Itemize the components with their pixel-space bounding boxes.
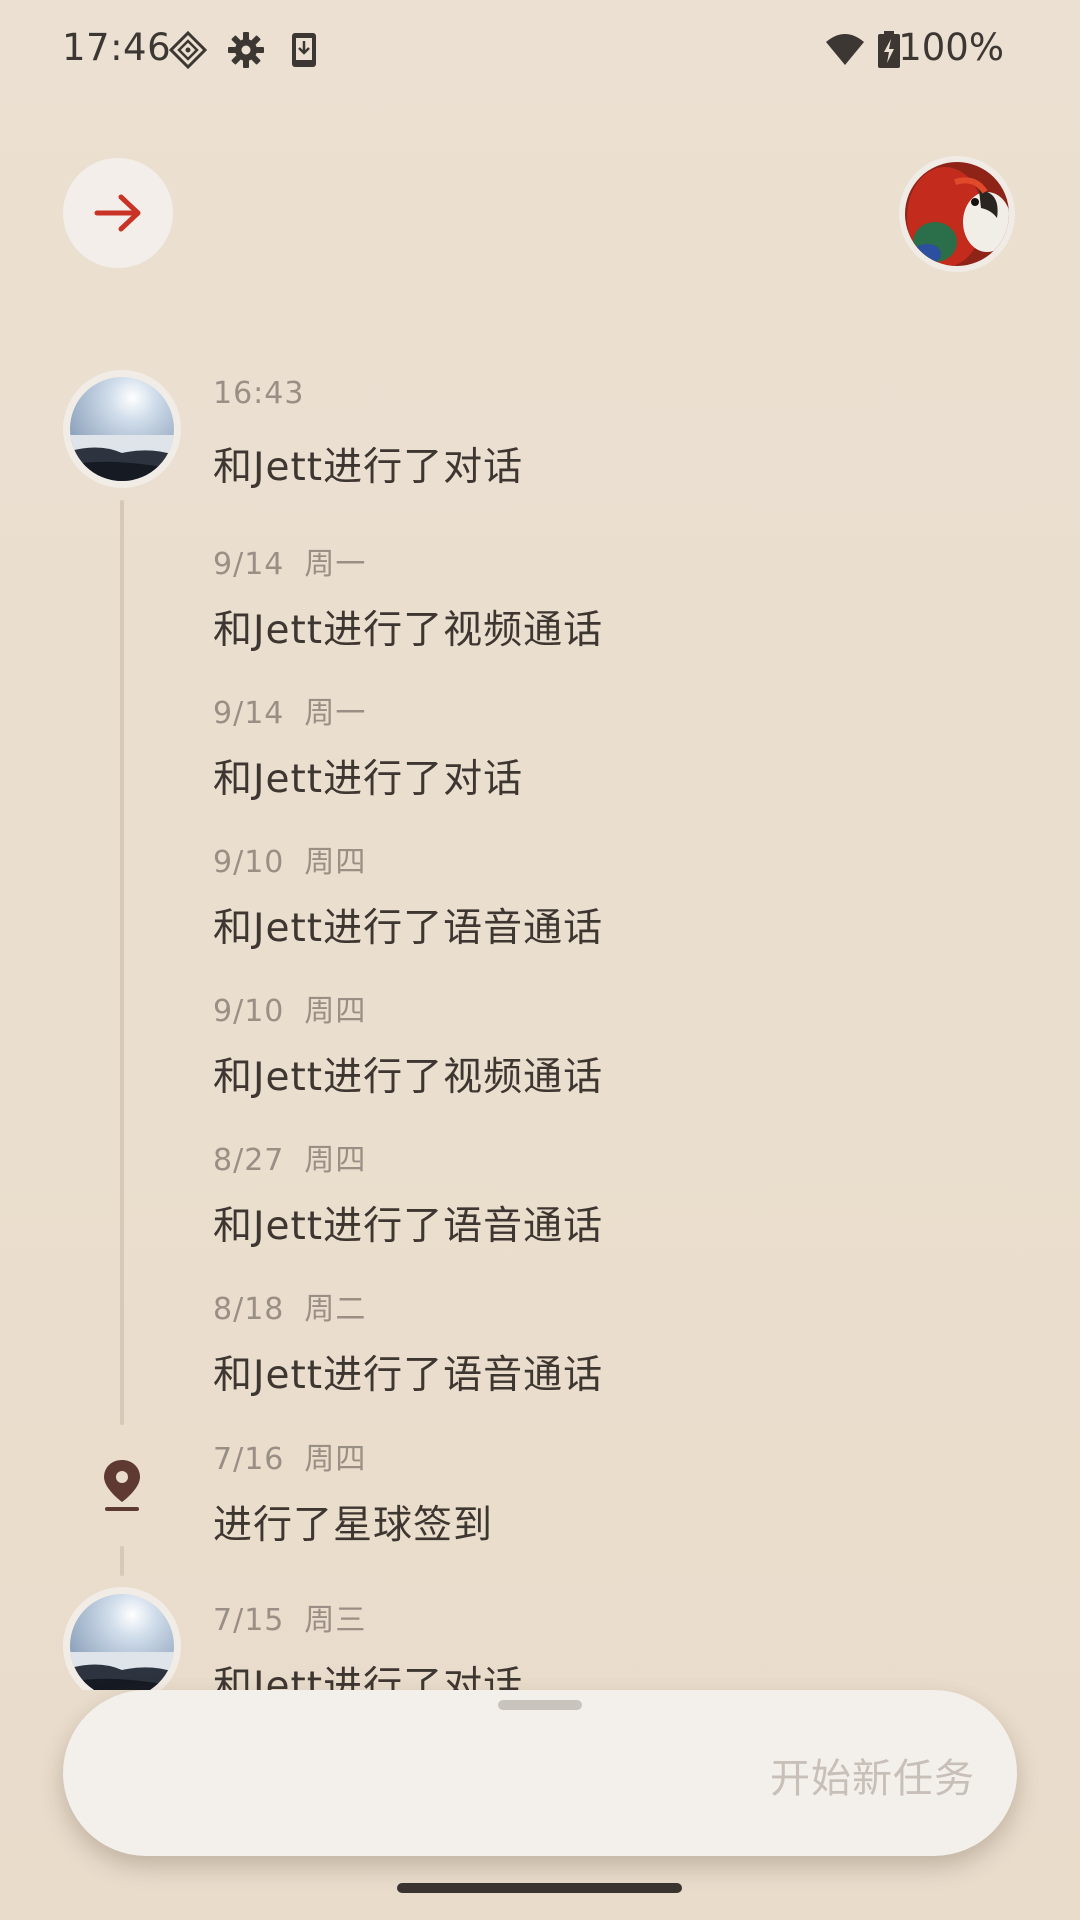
entry-day-text: 周四 [304,1143,367,1178]
entry-title[interactable]: 和Jett进行了语音通话 [213,897,603,953]
entry-date: 7/16 周四 [213,1434,366,1478]
landscape-avatar-image [70,377,174,481]
location-pin-icon [104,1460,140,1511]
entry-title[interactable]: 和Jett进行了语音通话 [213,1344,603,1400]
entry-title[interactable]: 和Jett进行了对话 [213,436,523,492]
entry-date-text: 9/10 [213,845,285,880]
entry-title[interactable]: 和Jett进行了视频通话 [213,599,603,655]
entry-date-text: 7/16 [213,1442,285,1477]
entry-day-text: 周二 [304,1292,367,1327]
timeline-connector [120,1546,124,1576]
entry-day-text: 周三 [304,1603,367,1638]
entry-date: 8/18 周二 [213,1284,366,1328]
entry-title[interactable]: 进行了星球签到 [213,1494,493,1550]
entry-date-text: 9/14 [213,696,285,731]
new-task-sheet[interactable]: 开始新任务 [63,1690,1017,1856]
entry-date: 7/15 周三 [213,1595,366,1639]
entry-title[interactable]: 和Jett进行了对话 [213,748,523,804]
entry-day-text: 周一 [304,696,367,731]
entry-date: 9/10 周四 [213,837,366,881]
entry-date: 8/27 周四 [213,1135,366,1179]
entry-title[interactable]: 和Jett进行了对话 [213,1655,523,1690]
entry-day-text: 周一 [304,547,367,582]
entry-date-text: 8/18 [213,1292,285,1327]
timeline-connector [120,500,124,1425]
entry-date-text: 8/27 [213,1143,285,1178]
gesture-nav-handle[interactable] [397,1883,682,1893]
entry-date: 16:43 [213,376,324,411]
contact-avatar[interactable] [63,1587,181,1690]
entry-title[interactable]: 和Jett进行了视频通话 [213,1046,603,1102]
entry-date: 9/10 周四 [213,986,366,1030]
contact-avatar[interactable] [63,370,181,488]
entry-date-text: 16:43 [213,376,305,411]
entry-date: 9/14 周一 [213,688,366,732]
entry-date-text: 9/10 [213,994,285,1029]
entry-day-text: 周四 [304,994,367,1029]
entry-date: 9/14 周一 [213,539,366,583]
sheet-drag-handle[interactable] [498,1700,582,1710]
entry-title[interactable]: 和Jett进行了语音通话 [213,1195,603,1251]
entry-day-text: 周四 [304,845,367,880]
timeline-list[interactable]: 16:43 和Jett进行了对话 9/14 周一 和Jett进行了视频通话 9/1… [0,0,1080,1690]
entry-date-text: 9/14 [213,547,285,582]
new-task-input[interactable]: 开始新任务 [770,1746,975,1804]
landscape-avatar-image [70,1594,174,1690]
entry-date-text: 7/15 [213,1603,285,1638]
entry-day-text: 周四 [304,1442,367,1477]
